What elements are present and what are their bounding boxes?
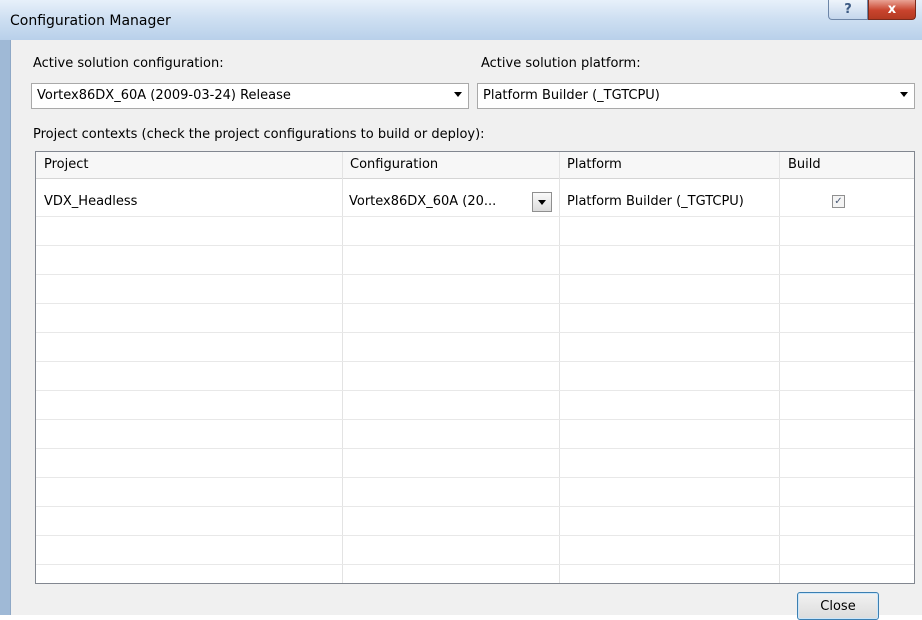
column-header-build[interactable]: Build	[788, 157, 821, 172]
active-config-value: Vortex86DX_60A (2009-03-24) Release	[37, 88, 291, 103]
row-divider	[36, 361, 914, 362]
check-icon: ✓	[834, 196, 843, 207]
row-divider	[36, 274, 914, 275]
grid-header: Project Configuration Platform Build	[36, 152, 914, 179]
active-config-dropdown[interactable]: Vortex86DX_60A (2009-03-24) Release	[31, 83, 469, 109]
column-header-platform[interactable]: Platform	[567, 157, 622, 172]
chevron-down-icon	[900, 92, 908, 97]
row-divider	[36, 332, 914, 333]
help-button[interactable]: ?	[828, 0, 868, 20]
row-divider	[36, 245, 914, 246]
configuration-cell[interactable]: Vortex86DX_60A (20...	[349, 194, 496, 209]
row-divider	[36, 419, 914, 420]
project-cell: VDX_Headless	[44, 194, 138, 209]
window-title: Configuration Manager	[10, 13, 171, 29]
chevron-down-icon	[538, 200, 546, 205]
configuration-dropdown-button[interactable]	[532, 192, 552, 212]
active-platform-dropdown[interactable]: Platform Builder (_TGTCPU)	[477, 83, 915, 109]
row-divider	[36, 448, 914, 449]
active-platform-label: Active solution platform:	[481, 56, 641, 71]
row-divider	[36, 390, 914, 391]
column-header-configuration[interactable]: Configuration	[350, 157, 438, 172]
row-divider	[36, 216, 914, 217]
close-button-label: Close	[820, 598, 856, 614]
column-header-project[interactable]: Project	[44, 157, 88, 172]
window-close-button[interactable]: x	[868, 0, 916, 20]
title-bar[interactable]: Configuration Manager ? x	[0, 0, 922, 40]
row-divider	[36, 564, 914, 565]
project-contexts-label: Project contexts (check the project conf…	[33, 127, 485, 142]
close-button[interactable]: Close	[797, 592, 879, 620]
configuration-manager-window: Configuration Manager ? x Active solutio…	[0, 0, 922, 620]
build-checkbox[interactable]: ✓	[832, 195, 845, 208]
chevron-down-icon	[454, 92, 462, 97]
caption-buttons: ? x	[828, 0, 916, 20]
active-config-label: Active solution configuration:	[33, 56, 224, 71]
row-divider	[36, 303, 914, 304]
dialog-body: Active solution configuration: Vortex86D…	[10, 40, 922, 620]
row-divider	[36, 477, 914, 478]
platform-cell: Platform Builder (_TGTCPU)	[567, 194, 744, 209]
help-icon: ?	[844, 2, 852, 17]
close-icon: x	[887, 2, 897, 17]
project-contexts-grid: Project Configuration Platform Build VDX…	[35, 151, 915, 584]
row-divider	[36, 506, 914, 507]
active-platform-value: Platform Builder (_TGTCPU)	[483, 88, 660, 103]
row-divider	[36, 535, 914, 536]
